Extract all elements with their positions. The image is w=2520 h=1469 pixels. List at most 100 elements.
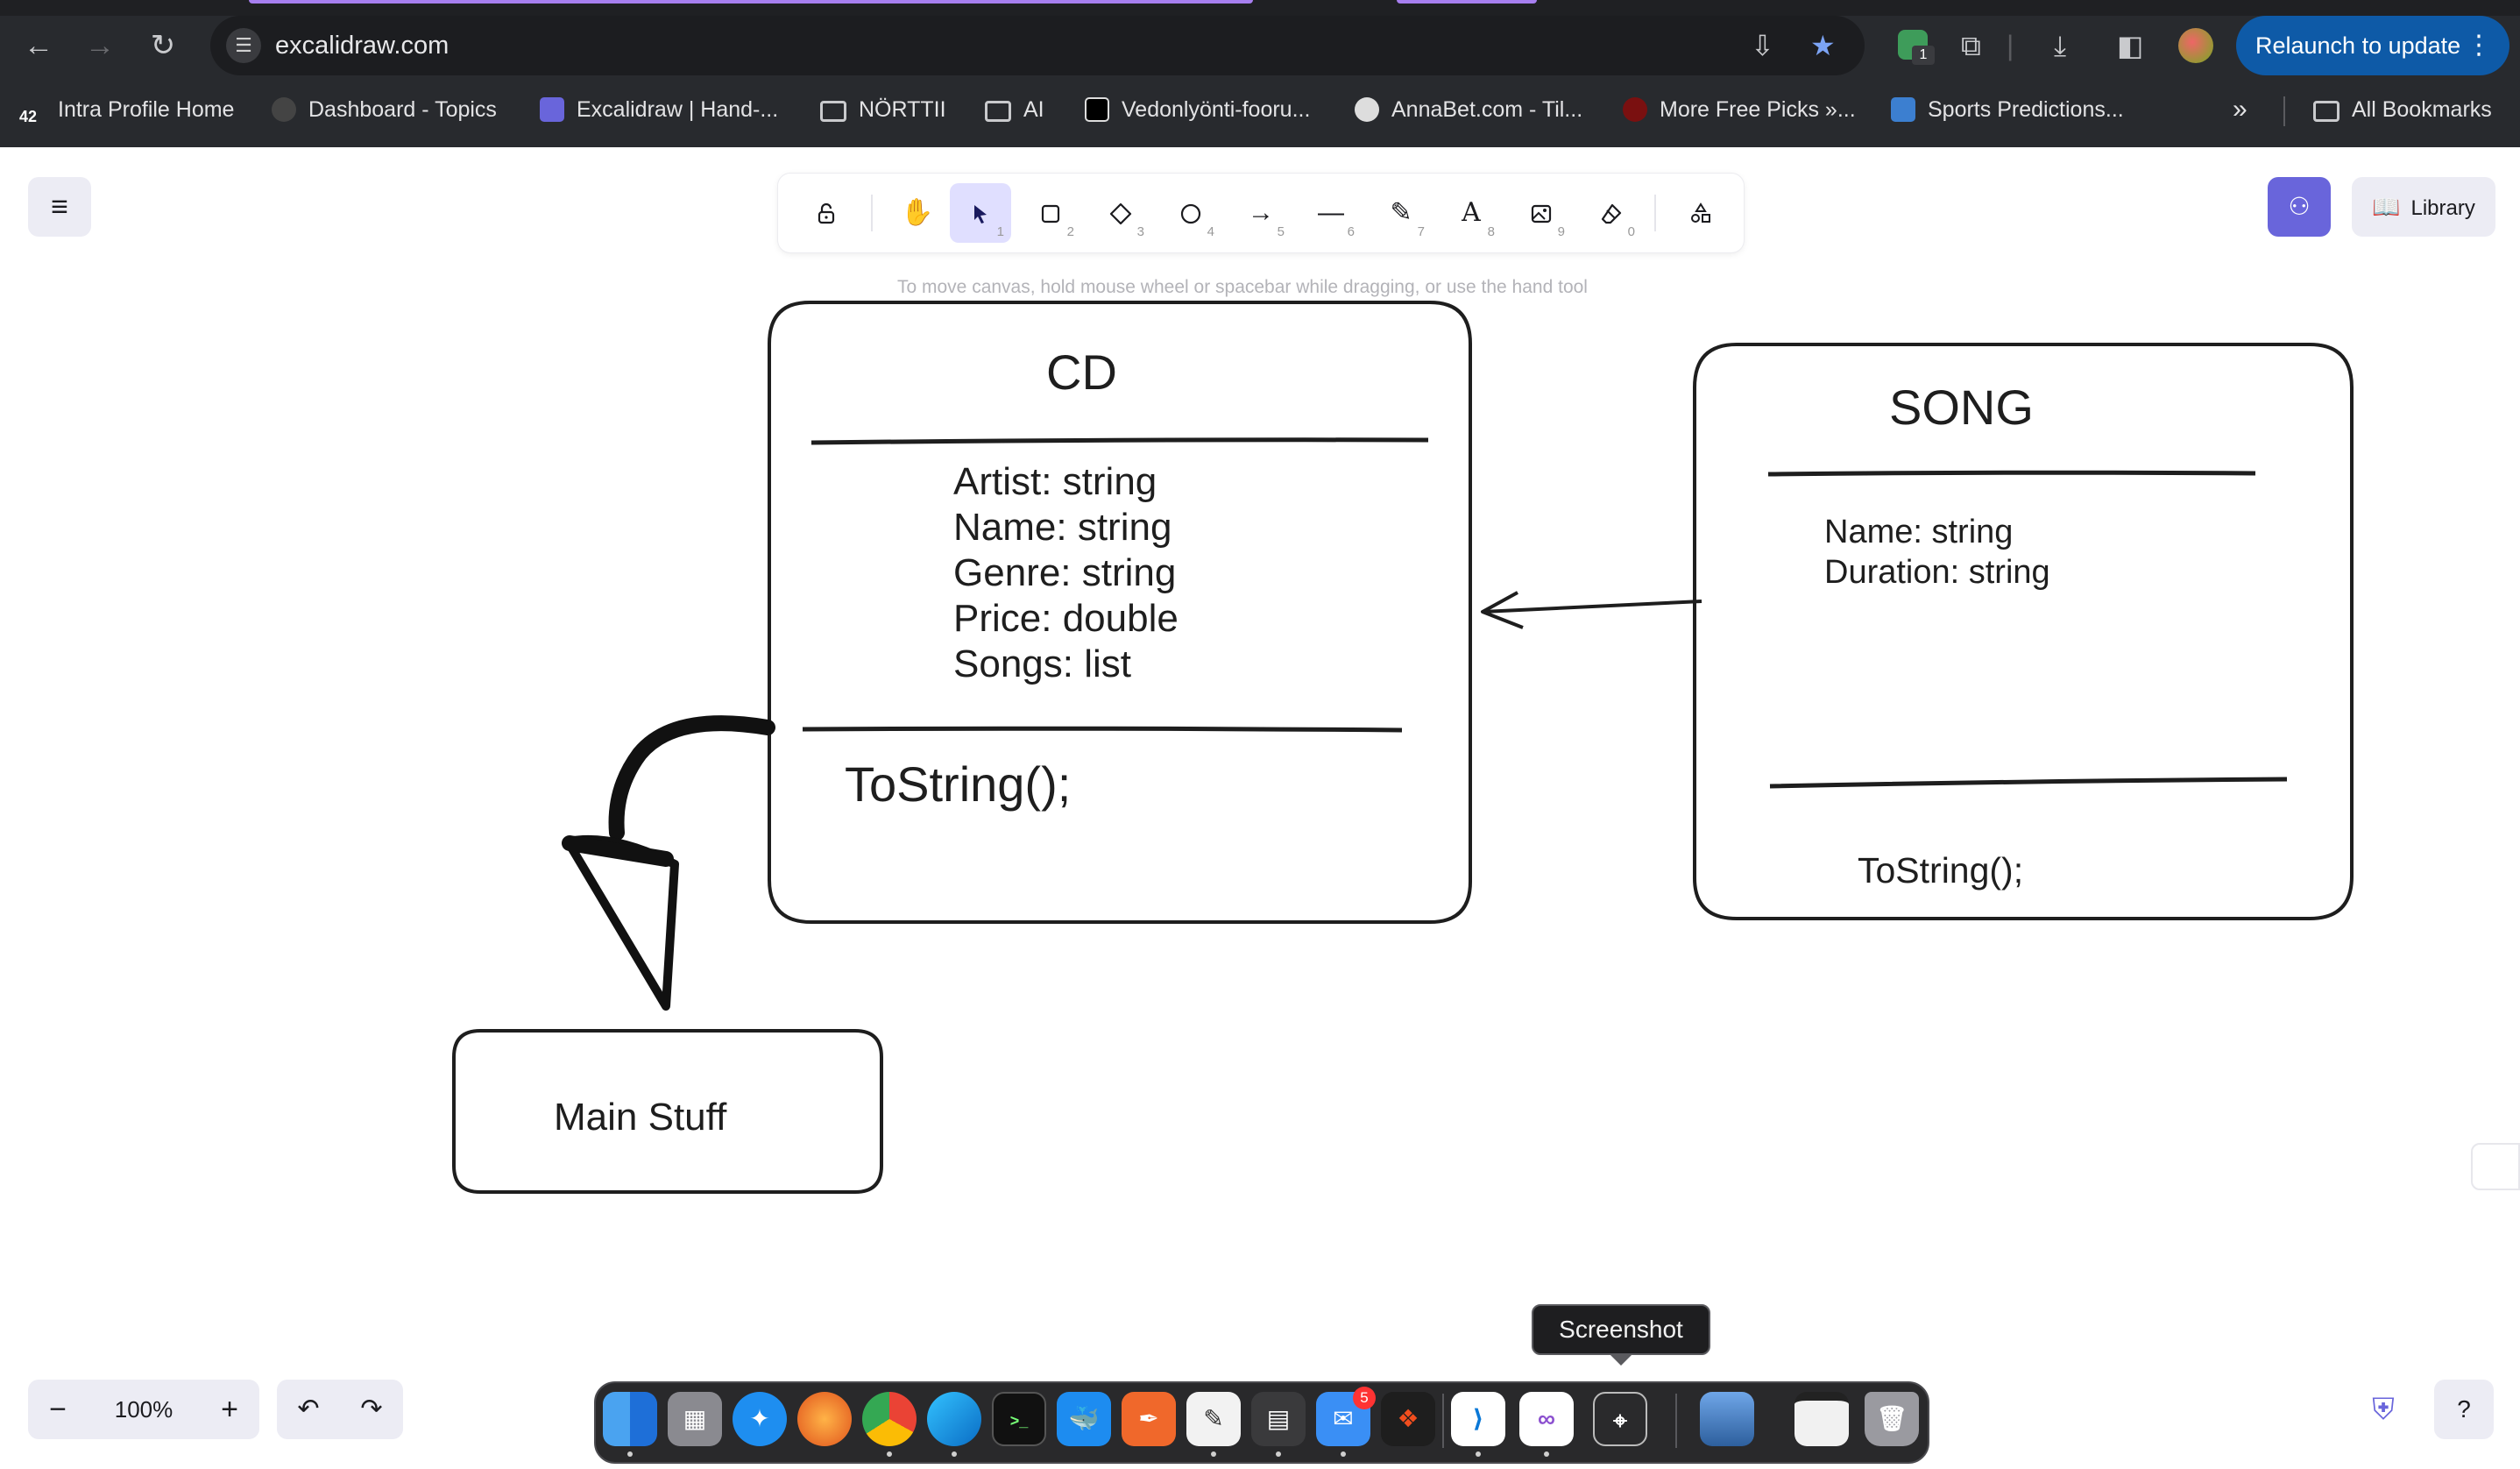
sidebar-handle[interactable] [2471,1143,2520,1190]
trash-icon[interactable]: 🗑 [1865,1392,1919,1446]
edge-icon[interactable] [927,1392,981,1446]
excalidraw-logo-icon [540,97,564,122]
cd-field[interactable]: Price: double [953,596,1179,642]
cd-method[interactable]: ToString(); [845,756,1071,813]
tool-text[interactable]: A 8 [1441,183,1502,243]
encryption-shield-icon[interactable]: ⛨ [2364,1388,2403,1430]
tool-lock[interactable] [796,183,857,243]
bookmark-excalidraw[interactable]: Excalidraw | Hand-... [540,95,778,124]
tool-diamond[interactable]: 3 [1090,183,1151,243]
forward-icon[interactable]: → [81,26,119,65]
ellipse-icon [1180,203,1201,224]
visual-studio-icon[interactable]: ∞ [1519,1392,1574,1446]
users-icon: ⚇ [2288,193,2311,220]
redo-button[interactable]: ↷ [340,1380,403,1439]
main-menu-button[interactable]: ≡ [28,177,91,237]
plus-icon: + [221,1393,238,1426]
textedit-icon[interactable]: ✎ [1186,1392,1241,1446]
all-bookmarks[interactable]: All Bookmarks [2313,95,2492,124]
tool-image[interactable]: 9 [1511,183,1572,243]
tool-extra-tools[interactable] [1670,183,1731,243]
collaborate-button[interactable]: ⚇ [2268,177,2331,237]
bookmarks-bar: 42 Intra Profile Home Dashboard - Topics … [0,88,2520,131]
song-field[interactable]: Name: string [1824,512,2013,552]
bookmark-folder-ai[interactable]: AI [985,95,1044,124]
song-method[interactable]: ToString(); [1858,850,2023,891]
vscode-icon[interactable]: ⟩ [1451,1392,1505,1446]
tool-ellipse[interactable]: 4 [1160,183,1221,243]
bookmark-more-free-picks[interactable]: More Free Picks »... [1623,95,1856,124]
zoom-in-button[interactable]: + [200,1380,259,1439]
tool-arrow[interactable]: → 5 [1230,183,1292,243]
bookmarks-overflow-icon[interactable]: » [2233,95,2247,124]
active-tab-indicator[interactable] [249,0,1253,4]
terminal-icon[interactable]: >_ [992,1392,1046,1446]
docker-icon[interactable]: 🐳 [1057,1392,1111,1446]
bookmark-vedonlyonti[interactable]: Vedonlyönti-fooru... [1085,95,1310,124]
zoom-out-button[interactable]: − [28,1380,88,1439]
cd-field[interactable]: Genre: string [953,550,1176,596]
extensions-puzzle-icon[interactable]: ⧉ [1961,26,1981,65]
downloads-icon[interactable]: ⤓ [2054,26,2066,65]
site-settings-icon[interactable]: ☰ [226,28,261,63]
running-indicator [887,1451,892,1457]
profile-avatar[interactable] [2178,28,2213,63]
firefox-icon[interactable] [797,1392,852,1446]
side-panel-icon[interactable]: ◧ [2117,26,2143,65]
cd-field[interactable]: Artist: string [953,459,1157,505]
tool-eraser[interactable]: 0 [1581,183,1642,243]
folder-icon [985,101,1011,122]
launchpad-icon[interactable]: ▦ [668,1392,722,1446]
back-icon[interactable]: ← [19,26,58,65]
safari-icon[interactable]: ✦ [733,1392,787,1446]
finder-icon[interactable] [603,1392,657,1446]
zoom-level[interactable]: 100% [105,1380,182,1439]
swift-icon[interactable]: ✒ [1122,1392,1176,1446]
cd-field[interactable]: Name: string [953,505,1172,550]
kebab-menu-icon[interactable]: ⋮ [2466,16,2492,75]
song-field[interactable]: Duration: string [1824,552,2050,593]
bookmark-intra[interactable]: 42 Intra Profile Home [19,95,234,126]
chrome-window-icon[interactable] [1794,1392,1849,1446]
preview-icon[interactable] [1700,1392,1754,1446]
lock-icon [818,203,835,224]
install-app-icon[interactable]: ⇩ [1751,30,1774,61]
tool-selection[interactable]: 1 [950,183,1011,243]
bookmark-dashboard[interactable]: Dashboard - Topics [272,95,497,124]
relaunch-label: Relaunch to update [2255,32,2461,59]
book-icon: 📖 [2372,194,2401,220]
bookmark-star-icon[interactable]: ★ [1810,30,1836,61]
tab-indicator[interactable] [1397,0,1537,4]
running-indicator [1276,1451,1281,1457]
bookmark-annabet[interactable]: AnnaBet.com - Til... [1355,95,1582,124]
pointer-icon [974,205,987,224]
tool-rectangle[interactable]: 2 [1020,183,1081,243]
tool-line[interactable]: — 6 [1300,183,1362,243]
cd-class-title[interactable]: CD [1046,344,1117,401]
dock-tooltip: Screenshot [1532,1304,1710,1355]
undo-button[interactable]: ↶ [277,1380,340,1439]
question-icon: ? [2457,1395,2471,1423]
chrome-icon[interactable] [862,1392,917,1446]
calculator-icon[interactable]: ▤ [1251,1392,1306,1446]
bookmark-sports-predictions[interactable]: Sports Predictions... [1891,95,2124,124]
cd-field[interactable]: Songs: list [953,642,1131,687]
running-indicator [952,1451,957,1457]
tool-hand[interactable]: ✋ [887,183,948,243]
url-text[interactable]: excalidraw.com [275,32,449,60]
arrow-icon: → [1248,198,1274,227]
excalidraw-canvas[interactable] [0,147,2520,1469]
reload-icon[interactable]: ↻ [144,26,182,65]
main-stuff-label[interactable]: Main Stuff [554,1096,726,1139]
line-icon: — [1318,198,1344,227]
screenshot-icon[interactable]: ⌖ [1593,1392,1647,1446]
tool-draw[interactable]: ✎ 7 [1370,183,1432,243]
bookmark-folder-norttii[interactable]: NÖRTTII [820,95,946,124]
song-class-title[interactable]: SONG [1889,379,2034,436]
running-indicator [627,1451,633,1457]
figma-icon[interactable]: ❖ [1381,1392,1435,1446]
address-bar[interactable]: ☰ excalidraw.com ⇩ ★ [210,16,1865,75]
help-button[interactable]: ? [2434,1380,2494,1439]
library-button[interactable]: 📖 Library [2352,177,2495,237]
relaunch-button[interactable]: Relaunch to update ⋮ [2236,16,2509,75]
